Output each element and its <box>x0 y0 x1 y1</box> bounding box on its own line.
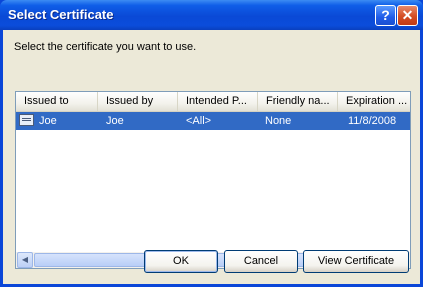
title-bar[interactable]: Select Certificate ? ✕ <box>0 0 423 30</box>
column-header-issued-to[interactable]: Issued to <box>16 92 98 111</box>
column-headers: Issued to Issued by Intended P... Friend… <box>16 92 410 112</box>
cell-intended-purposes: <All> <box>186 115 212 127</box>
close-button[interactable]: ✕ <box>397 5 418 26</box>
view-certificate-button[interactable]: View Certificate <box>303 250 409 273</box>
select-certificate-dialog: Select Certificate ? ✕ Select the certif… <box>0 0 423 287</box>
help-icon: ? <box>381 7 390 23</box>
certificate-icon <box>19 114 34 126</box>
cell-expiration: 11/8/2008 <box>348 115 397 127</box>
column-header-intended-purposes[interactable]: Intended P... <box>178 92 258 111</box>
window-title: Select Certificate <box>8 7 114 22</box>
cell-friendly-name: None <box>265 115 292 127</box>
column-header-friendly-name[interactable]: Friendly na... <box>258 92 338 111</box>
instruction-text: Select the certificate you want to use. <box>14 41 197 53</box>
cell-issued-to: Joe <box>39 115 57 127</box>
certificate-list[interactable]: Issued to Issued by Intended P... Friend… <box>15 91 411 269</box>
column-header-issued-by[interactable]: Issued by <box>98 92 178 111</box>
column-header-expiration[interactable]: Expiration ... <box>338 92 410 111</box>
ok-button[interactable]: OK <box>144 250 218 273</box>
scroll-left-button[interactable]: ◀ <box>17 252 33 268</box>
chevron-left-icon: ◀ <box>21 255 29 264</box>
help-button[interactable]: ? <box>375 5 396 26</box>
table-row[interactable]: Joe Joe <All> None 11/8/2008 <box>16 112 410 130</box>
close-icon: ✕ <box>401 7 414 23</box>
cancel-button[interactable]: Cancel <box>224 250 298 273</box>
dialog-client-area: Select the certificate you want to use. … <box>3 30 420 284</box>
cell-issued-by: Joe <box>106 115 124 127</box>
